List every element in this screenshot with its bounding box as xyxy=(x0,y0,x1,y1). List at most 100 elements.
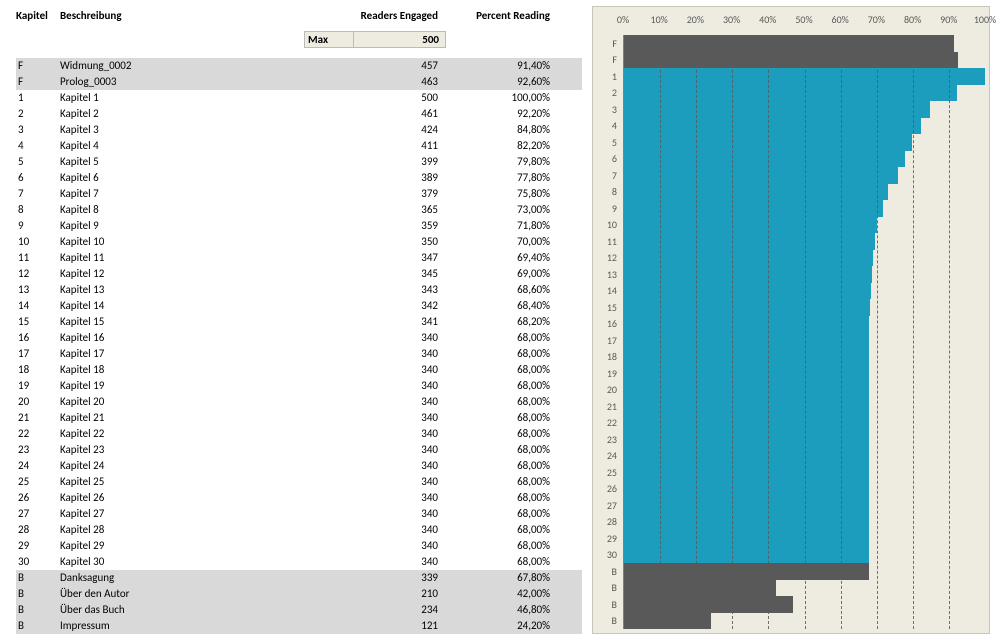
cell-beschreibung: Kapitel 30 xyxy=(60,554,304,570)
table-row: 5Kapitel 539979,80% xyxy=(16,154,582,170)
gridline xyxy=(841,35,842,629)
cell-kapitel: 10 xyxy=(16,234,60,250)
bar xyxy=(624,167,898,184)
cell-beschreibung: Widmung_0002 xyxy=(60,58,304,74)
y-axis-label: 3 xyxy=(593,101,621,118)
table-row: BÜber das Buch23446,80% xyxy=(16,602,582,618)
axis-tick: 80% xyxy=(904,13,921,26)
cell-beschreibung: Kapitel 23 xyxy=(60,442,304,458)
cell-readers: 457 xyxy=(304,58,446,74)
table-row: 6Kapitel 638977,80% xyxy=(16,170,582,186)
cell-beschreibung: Kapitel 29 xyxy=(60,538,304,554)
table-row: 2Kapitel 246192,20% xyxy=(16,106,582,122)
header-readers: Readers Engaged xyxy=(304,9,446,22)
table-row: 8Kapitel 836573,00% xyxy=(16,202,582,218)
gridline xyxy=(949,35,950,629)
cell-kapitel: 2 xyxy=(16,106,60,122)
cell-readers: 339 xyxy=(304,570,446,586)
cell-percent: 68,00% xyxy=(446,442,556,458)
axis-tick: 0% xyxy=(617,13,629,26)
y-axis-label: 8 xyxy=(593,184,621,201)
cell-percent: 68,60% xyxy=(446,282,556,298)
cell-percent: 92,60% xyxy=(446,74,556,90)
cell-readers: 359 xyxy=(304,218,446,234)
cell-kapitel: 5 xyxy=(16,154,60,170)
gridline xyxy=(732,35,733,629)
cell-readers: 424 xyxy=(304,122,446,138)
max-value: 500 xyxy=(354,31,446,48)
cell-readers: 340 xyxy=(304,538,446,554)
bar-chart: 0%10%20%30%40%50%60%70%80%90%100% FF1234… xyxy=(592,6,990,634)
cell-beschreibung: Kapitel 2 xyxy=(60,106,304,122)
y-axis-label: 30 xyxy=(593,547,621,564)
bar xyxy=(624,200,883,217)
cell-beschreibung: Kapitel 10 xyxy=(60,234,304,250)
y-axis-label: 13 xyxy=(593,266,621,283)
cell-kapitel: B xyxy=(16,570,60,586)
cell-percent: 73,00% xyxy=(446,202,556,218)
cell-percent: 68,00% xyxy=(446,538,556,554)
axis-tick: 30% xyxy=(723,13,740,26)
y-axis-label: 4 xyxy=(593,118,621,135)
cell-kapitel: 24 xyxy=(16,458,60,474)
bar xyxy=(624,580,776,597)
cell-beschreibung: Kapitel 21 xyxy=(60,410,304,426)
table-row: 21Kapitel 2134068,00% xyxy=(16,410,582,426)
y-axis-label: 25 xyxy=(593,464,621,481)
cell-percent: 68,00% xyxy=(446,426,556,442)
cell-kapitel: F xyxy=(16,74,60,90)
cell-readers: 500 xyxy=(304,90,446,106)
bar xyxy=(624,233,875,250)
cell-kapitel: 12 xyxy=(16,266,60,282)
y-axis-label: F xyxy=(593,35,621,52)
table-row: 15Kapitel 1534168,20% xyxy=(16,314,582,330)
table-row: 10Kapitel 1035070,00% xyxy=(16,234,582,250)
y-axis-label: 19 xyxy=(593,365,621,382)
y-axis-label: 10 xyxy=(593,217,621,234)
gridline xyxy=(805,35,806,629)
bar xyxy=(624,217,877,234)
cell-readers: 341 xyxy=(304,314,446,330)
table-row: FWidmung_000245791,40% xyxy=(16,58,582,74)
axis-tick: 10% xyxy=(651,13,668,26)
gridline xyxy=(696,35,697,629)
cell-kapitel: 4 xyxy=(16,138,60,154)
cell-readers: 342 xyxy=(304,298,446,314)
table-row: 14Kapitel 1434268,40% xyxy=(16,298,582,314)
cell-readers: 340 xyxy=(304,346,446,362)
cell-percent: 68,00% xyxy=(446,378,556,394)
cell-kapitel: 14 xyxy=(16,298,60,314)
gridline xyxy=(768,35,769,629)
cell-kapitel: B xyxy=(16,586,60,602)
bar xyxy=(624,250,873,267)
table-row: 16Kapitel 1634068,00% xyxy=(16,330,582,346)
table-row: 4Kapitel 441182,20% xyxy=(16,138,582,154)
data-panel: Kapitel Beschreibung Readers Engaged Per… xyxy=(16,6,582,634)
cell-percent: 68,00% xyxy=(446,506,556,522)
y-axis-label: 9 xyxy=(593,200,621,217)
cell-beschreibung: Kapitel 16 xyxy=(60,330,304,346)
cell-percent: 67,80% xyxy=(446,570,556,586)
cell-readers: 340 xyxy=(304,506,446,522)
cell-beschreibung: Kapitel 8 xyxy=(60,202,304,218)
y-axis-label: 17 xyxy=(593,332,621,349)
cell-readers: 463 xyxy=(304,74,446,90)
cell-beschreibung: Prolog_0003 xyxy=(60,74,304,90)
y-axis-label: 7 xyxy=(593,167,621,184)
cell-beschreibung: Über das Buch xyxy=(60,602,304,618)
cell-kapitel: 13 xyxy=(16,282,60,298)
axis-tick: 70% xyxy=(868,13,885,26)
cell-percent: 75,80% xyxy=(446,186,556,202)
cell-kapitel: 18 xyxy=(16,362,60,378)
cell-beschreibung: Kapitel 4 xyxy=(60,138,304,154)
max-label: Max xyxy=(304,31,354,48)
cell-percent: 68,00% xyxy=(446,522,556,538)
cell-percent: 70,00% xyxy=(446,234,556,250)
cell-readers: 340 xyxy=(304,394,446,410)
cell-readers: 350 xyxy=(304,234,446,250)
cell-kapitel: 3 xyxy=(16,122,60,138)
cell-beschreibung: Kapitel 15 xyxy=(60,314,304,330)
table-row: BÜber den Autor21042,00% xyxy=(16,586,582,602)
cell-beschreibung: Kapitel 5 xyxy=(60,154,304,170)
cell-kapitel: 26 xyxy=(16,490,60,506)
